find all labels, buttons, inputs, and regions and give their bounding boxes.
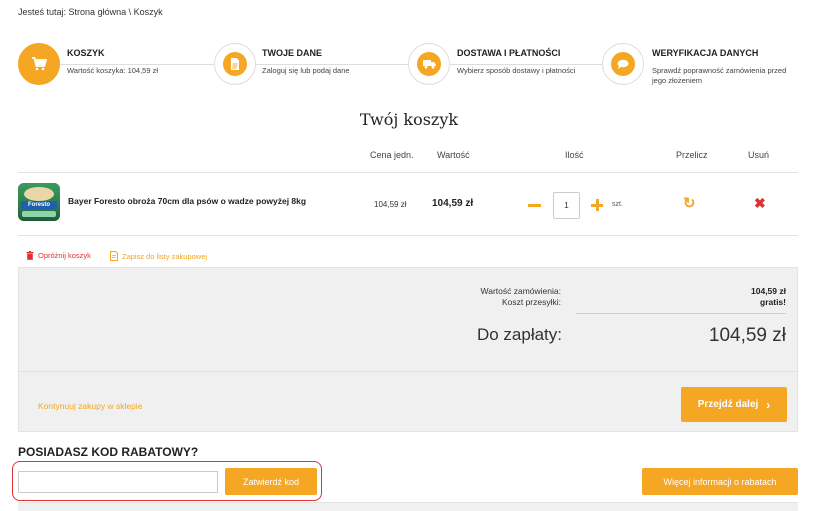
step-details-title: TWOJE DANE <box>262 48 323 58</box>
continue-shopping-link[interactable]: Kontynuuj zakupy w sklepie <box>38 401 142 411</box>
step-verify-title: WERYFIKACJA DANYCH <box>652 48 759 58</box>
order-value-label: Wartość zamówienia: <box>480 286 561 296</box>
promo-title: POSIADASZ KOD RABATOWY? <box>18 445 199 459</box>
product-value: 104,59 zł <box>432 198 474 209</box>
order-value: 104,59 zł <box>751 286 786 296</box>
apply-code-button[interactable]: Zatwierdź kod <box>225 468 317 495</box>
breadcrumb-current: Koszyk <box>133 7 163 17</box>
header-remove: Usuń <box>748 150 770 160</box>
product-unit-price: 104,59 zł <box>374 200 407 209</box>
trash-icon <box>26 251 34 260</box>
breadcrumb: Jesteś tutaj: Strona główna \ Koszyk <box>18 7 163 17</box>
chevron-right-icon: › <box>766 397 771 412</box>
header-value: Wartość <box>437 150 470 160</box>
breadcrumb-separator: \ <box>128 7 132 17</box>
shipping-value: gratis! <box>760 297 786 307</box>
quantity-input[interactable]: 1 <box>553 192 580 219</box>
bottom-panel <box>18 502 798 511</box>
product-name-link[interactable]: Bayer Foresto obroża 70cm dla psów o wad… <box>68 196 306 206</box>
step-details-circle[interactable] <box>214 43 256 85</box>
breadcrumb-home-link[interactable]: Strona główna <box>69 7 127 17</box>
divider <box>18 371 798 372</box>
speech-bubble-icon <box>611 52 635 76</box>
cart-icon <box>32 57 47 71</box>
step-delivery-circle[interactable] <box>408 43 450 85</box>
header-quantity: Ilość <box>565 150 584 160</box>
product-image-label: Foresto <box>21 201 57 209</box>
shipping-label: Koszt przesyłki: <box>501 297 561 307</box>
step-cart-desc: Wartość koszyka: 104,59 zł <box>67 66 159 75</box>
next-step-button[interactable]: Przejdź dalej › <box>681 387 787 422</box>
step-connector <box>450 64 602 65</box>
step-verify-desc: Sprawdź poprawność zamówienia przed jego… <box>652 66 787 85</box>
empty-cart-label: Opróżnij koszyk <box>38 251 91 260</box>
step-verify-circle[interactable] <box>602 43 644 85</box>
to-pay-label: Do zapłaty: <box>476 325 562 344</box>
divider <box>18 172 798 173</box>
document-icon <box>223 52 247 76</box>
product-image[interactable]: Foresto <box>18 183 60 221</box>
refresh-icon[interactable]: ↻ <box>683 194 696 212</box>
step-connector <box>60 64 214 65</box>
breadcrumb-prefix: Jesteś tutaj: <box>18 7 67 17</box>
page-title: Twój koszyk <box>359 110 459 129</box>
quantity-unit: szt. <box>612 201 623 208</box>
divider <box>18 235 798 236</box>
minus-icon[interactable] <box>528 204 541 207</box>
plus-icon-vertical[interactable] <box>596 199 599 211</box>
step-cart-circle[interactable] <box>18 43 60 85</box>
close-icon[interactable]: ✖ <box>754 195 766 212</box>
step-delivery-title: DOSTAWA I PŁATNOŚCI <box>457 48 561 58</box>
header-recalc: Przelicz <box>676 150 708 160</box>
empty-cart-link[interactable]: Opróżnij koszyk <box>26 251 91 260</box>
step-delivery-desc: Wybierz sposób dostawy i płatności <box>457 66 576 75</box>
to-pay-value: 104,59 zł <box>708 325 786 346</box>
promo-code-input[interactable] <box>18 471 218 493</box>
next-step-label: Przejdź dalej <box>697 399 759 410</box>
save-list-link[interactable]: Zapisz do listy zakupowej <box>110 251 207 261</box>
save-list-label: Zapisz do listy zakupowej <box>122 251 208 261</box>
header-unit-price: Cena jedn. <box>370 150 414 160</box>
step-cart-title: KOSZYK <box>67 48 105 58</box>
step-connector <box>256 64 408 65</box>
step-details-desc: Zaloguj się lub podaj dane <box>262 66 350 75</box>
more-discount-info-button[interactable]: Więcej informacji o rabatach <box>642 468 798 495</box>
truck-icon <box>417 52 441 76</box>
list-document-icon <box>110 251 118 261</box>
divider <box>576 313 786 314</box>
